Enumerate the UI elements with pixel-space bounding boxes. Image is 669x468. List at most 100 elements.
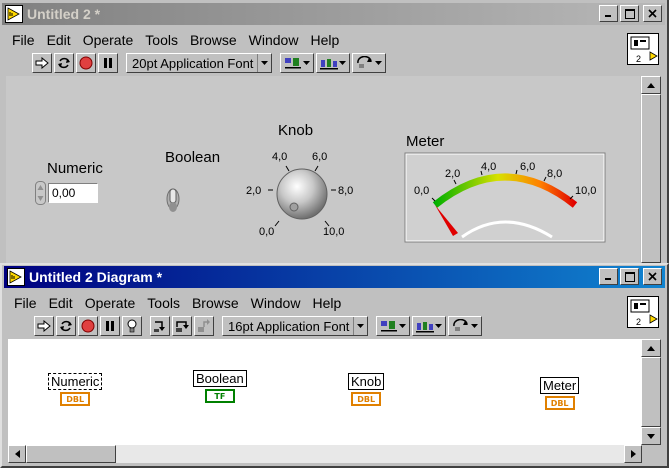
terminal-label: Numeric — [48, 373, 103, 390]
terminal-type-badge: DBL — [351, 392, 382, 406]
minimize-button[interactable] — [599, 268, 618, 285]
window-title: Untitled 2 * — [27, 6, 101, 22]
boolean-label: Boolean — [165, 149, 221, 166]
pause-button[interactable] — [98, 53, 118, 73]
reorder-icon — [453, 319, 469, 331]
distribute-objects-button[interactable] — [316, 53, 351, 73]
numeric-terminal[interactable]: Numeric DBL — [48, 373, 103, 406]
abort-button[interactable] — [78, 316, 98, 336]
front-panel-toolbar: 20pt Application Font — [32, 52, 387, 74]
scrollbar-thumb[interactable] — [641, 94, 661, 263]
meter-tick-label: 10,0 — [575, 185, 596, 197]
close-button[interactable] — [643, 5, 662, 22]
menu-tools[interactable]: Tools — [139, 32, 184, 48]
step-into-button[interactable] — [150, 316, 170, 336]
lightbulb-icon — [127, 319, 137, 333]
distribute-objects-button[interactable] — [412, 316, 447, 336]
meter-tick-label: 0,0 — [414, 185, 429, 197]
align-objects-button[interactable] — [376, 316, 411, 336]
maximize-button[interactable] — [620, 5, 639, 22]
menu-operate[interactable]: Operate — [77, 32, 140, 48]
step-out-icon — [198, 319, 210, 332]
scroll-right-button[interactable] — [624, 445, 642, 463]
boolean-terminal[interactable]: Boolean TF — [193, 370, 247, 403]
menu-help[interactable]: Help — [304, 32, 345, 48]
menu-tools[interactable]: Tools — [141, 295, 186, 311]
menu-edit[interactable]: Edit — [43, 295, 79, 311]
menu-browse[interactable]: Browse — [184, 32, 243, 48]
scroll-up-button[interactable] — [641, 76, 661, 94]
menu-file[interactable]: File — [8, 295, 43, 311]
meter-tick-label: 2,0 — [445, 168, 460, 180]
run-continuously-button[interactable] — [56, 316, 76, 336]
scroll-left-button[interactable] — [8, 445, 26, 463]
run-button[interactable] — [34, 316, 54, 336]
block-diagram-window: Untitled 2 Diagram * File Edit Operate T… — [0, 263, 669, 468]
vi-icon-label: 2 — [636, 317, 641, 327]
front-panel-vertical-scrollbar[interactable] — [641, 76, 661, 263]
terminal-label: Knob — [348, 373, 385, 390]
run-continuously-icon — [58, 57, 70, 69]
chevron-down-icon — [375, 61, 383, 65]
font-selector[interactable]: 16pt Application Font — [222, 316, 369, 336]
reorder-button[interactable] — [448, 316, 483, 336]
menu-help[interactable]: Help — [306, 295, 347, 311]
run-continuously-button[interactable] — [54, 53, 74, 73]
menu-operate[interactable]: Operate — [79, 295, 142, 311]
diagram-vertical-scrollbar[interactable] — [641, 339, 661, 445]
menu-edit[interactable]: Edit — [41, 32, 77, 48]
labview-app-icon — [7, 268, 25, 286]
reorder-button[interactable] — [352, 53, 387, 73]
align-objects-button[interactable] — [280, 53, 315, 73]
menu-file[interactable]: File — [6, 32, 41, 48]
terminal-label: Meter — [540, 377, 580, 394]
run-button[interactable] — [32, 53, 52, 73]
scroll-up-button[interactable] — [641, 339, 661, 357]
scroll-down-button[interactable] — [641, 427, 661, 445]
meter-terminal[interactable]: Meter DBL — [540, 377, 580, 410]
diagram-horizontal-scrollbar[interactable] — [8, 445, 642, 463]
reorder-icon — [357, 56, 373, 68]
align-objects-icon — [285, 58, 302, 69]
menu-window[interactable]: Window — [245, 295, 307, 311]
vi-icon[interactable]: 2 — [627, 33, 659, 65]
font-selector[interactable]: 20pt Application Font — [126, 53, 273, 73]
knob-control[interactable]: 0,0 2,0 4,0 6,0 8,0 10,0 — [244, 144, 364, 244]
pause-icon — [106, 321, 114, 331]
pause-button[interactable] — [100, 316, 120, 336]
knob-tick-label: 6,0 — [312, 151, 327, 163]
pause-icon — [104, 58, 112, 68]
numeric-input[interactable]: 0,00 — [48, 183, 98, 203]
highlight-execution-button[interactable] — [122, 316, 142, 336]
minimize-button[interactable] — [599, 5, 618, 22]
chevron-down-icon — [471, 324, 479, 328]
menu-browse[interactable]: Browse — [186, 295, 245, 311]
vi-icon[interactable]: 2 — [627, 296, 659, 328]
diagram-titlebar[interactable]: Untitled 2 Diagram * — [4, 266, 665, 288]
close-button[interactable] — [643, 268, 662, 285]
run-continuously-icon — [60, 320, 72, 332]
scrollbar-thumb[interactable] — [641, 357, 661, 427]
step-out-button[interactable] — [194, 316, 214, 336]
terminal-type-badge: DBL — [544, 396, 575, 410]
dropdown-arrow-icon — [261, 61, 269, 65]
vi-connector-icon: 2 — [630, 36, 658, 64]
meter-tick-label: 8,0 — [547, 168, 562, 180]
scroll-right-icon — [630, 450, 636, 458]
scrollbar-thumb[interactable] — [26, 445, 116, 463]
front-panel-titlebar[interactable]: Untitled 2 * — [2, 3, 665, 25]
increment-decrement-buttons[interactable] — [35, 181, 46, 205]
maximize-button[interactable] — [620, 268, 639, 285]
toggle-switch[interactable] — [163, 185, 183, 215]
knob-tick-label: 10,0 — [323, 226, 344, 238]
knob-tick-label: 0,0 — [259, 226, 274, 238]
abort-button[interactable] — [76, 53, 96, 73]
step-over-button[interactable] — [172, 316, 192, 336]
distribute-objects-icon — [320, 59, 339, 70]
knob-tick-label: 4,0 — [272, 151, 287, 163]
block-diagram-canvas[interactable]: Numeric DBL Boolean TF Knob DBL Meter DB… — [8, 339, 642, 445]
menu-window[interactable]: Window — [243, 32, 305, 48]
knob-terminal[interactable]: Knob DBL — [348, 373, 385, 406]
distribute-objects-icon — [416, 322, 435, 333]
labview-app-icon — [5, 5, 23, 23]
